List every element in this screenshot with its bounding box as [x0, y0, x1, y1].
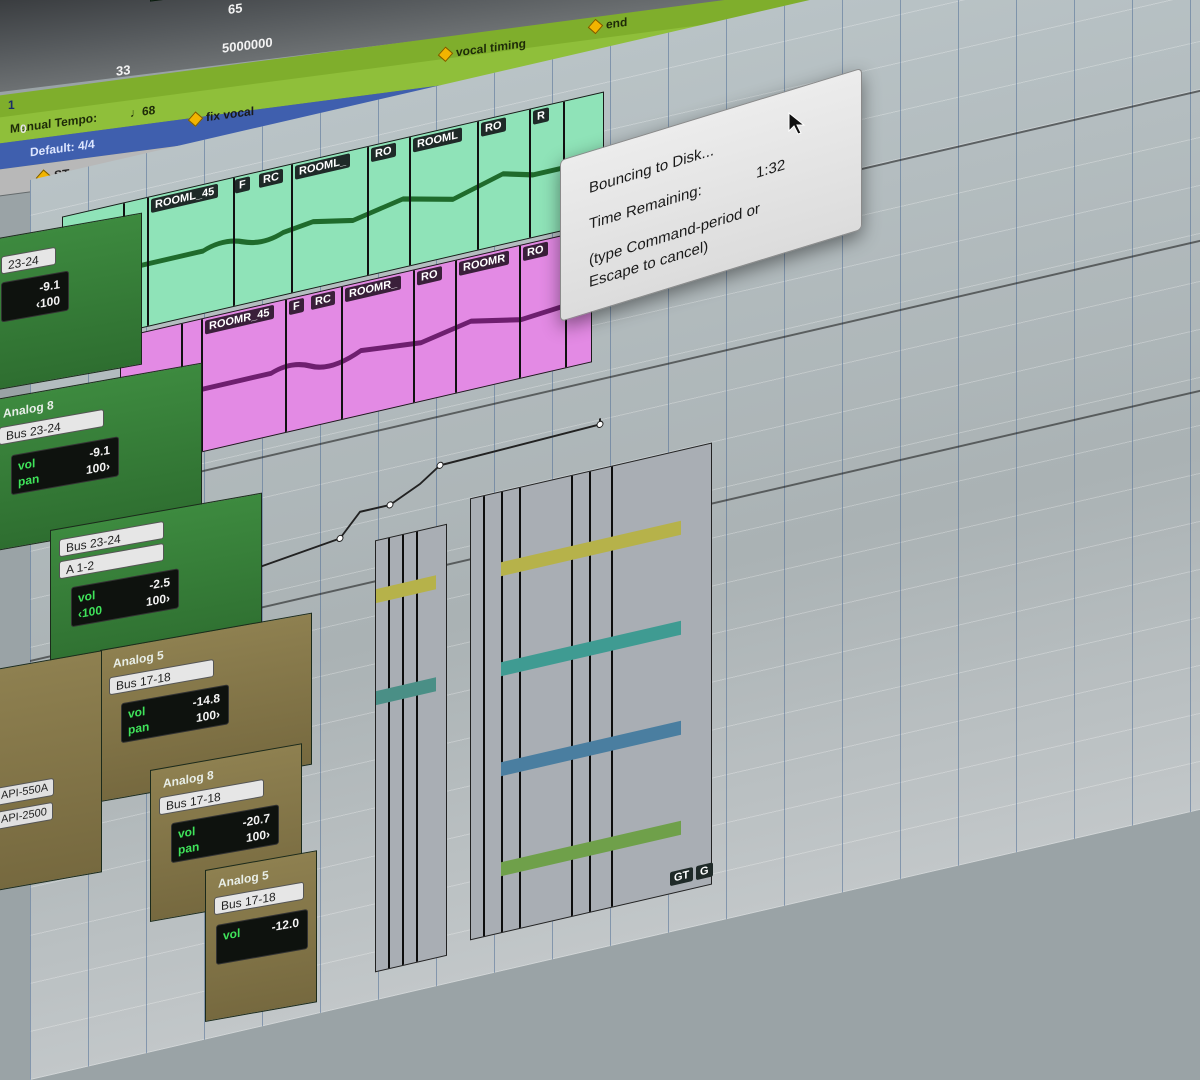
- time-remaining-value: 1:32: [756, 156, 786, 183]
- mixer-strip: 23-24 -9.1 ‹100: [0, 212, 142, 402]
- pan-label: pan: [128, 719, 150, 738]
- vol-label: vol: [18, 456, 36, 474]
- mixer-panel: 23-24 -9.1 ‹100 Analog 8 Bus 23-24 vol -…: [0, 212, 317, 1022]
- clip-label: F: [235, 176, 250, 194]
- marker-icon: [187, 111, 204, 128]
- vol-value: -12.0: [271, 915, 299, 935]
- pan-label: pan: [18, 471, 40, 490]
- insert-slot[interactable]: API-2500: [0, 801, 53, 831]
- vol-label: vol: [223, 925, 241, 943]
- meter-label: Default: 4/4: [30, 136, 95, 160]
- pan-value: 100›: [85, 458, 110, 478]
- strip-input-label: Analog 5: [218, 867, 269, 891]
- clip-label: ROOML_45: [151, 183, 219, 214]
- clip-edge: [388, 537, 390, 969]
- clip-label: RC: [259, 168, 283, 189]
- clip-label: ROOML: [413, 127, 462, 153]
- volume-pan-readout[interactable]: -9.1 ‹100: [1, 270, 69, 323]
- clip-label: RO: [481, 117, 506, 137]
- strip-input-label: Analog 8: [163, 767, 214, 791]
- clip-edge: [341, 286, 343, 420]
- track-number: 1: [8, 98, 15, 112]
- waveform: [376, 575, 436, 604]
- mixer-strip: Analog 5 Bus 17-18 vol -12.0: [205, 850, 317, 1022]
- counter-value: 65: [228, 0, 243, 18]
- clip-edge: [455, 260, 457, 393]
- clip-label: RO: [417, 265, 442, 286]
- vol-label: vol: [128, 704, 146, 722]
- audio-clip[interactable]: [470, 442, 712, 941]
- mouse-cursor-icon: [788, 112, 806, 135]
- tempo-value[interactable]: ♩68: [130, 103, 155, 120]
- pan-value: 100›: [195, 706, 220, 726]
- counter-value: 33: [116, 61, 131, 79]
- mixer-strip: API-550A API-2500: [0, 650, 102, 892]
- volume-pan-readout[interactable]: vol -12.0: [216, 908, 308, 966]
- vol-value: -9.1: [39, 277, 60, 295]
- waveform: [501, 720, 681, 777]
- volume-pan-readout[interactable]: vol -2.5 ‹100 100›: [71, 568, 179, 628]
- vol-value: -2.5: [149, 574, 170, 593]
- clip-label: RO: [371, 142, 396, 163]
- volume-pan-readout[interactable]: vol -14.8 pan 100›: [121, 684, 229, 744]
- clip-edge: [519, 245, 521, 379]
- track-number: 0: [20, 122, 27, 136]
- clip-label: ROOML_: [295, 153, 351, 180]
- clip-edge: [529, 109, 531, 238]
- waveform: [501, 520, 681, 577]
- vol-value: -9.1: [89, 442, 110, 461]
- pan-value: 100›: [245, 826, 270, 846]
- volume-pan-readout[interactable]: vol -20.7 pan 100›: [171, 804, 279, 864]
- waveform: [501, 820, 681, 877]
- clip-label: RO: [523, 241, 548, 262]
- output-selector[interactable]: 23-24: [1, 246, 56, 275]
- counter-value: 5000000: [222, 34, 273, 56]
- waveform: [501, 620, 681, 677]
- pan-label: pan: [178, 839, 200, 858]
- strip-input-label: Analog 5: [113, 647, 164, 671]
- clip-edge: [367, 146, 369, 276]
- pan-left-value: ‹100: [78, 602, 103, 622]
- clip-label: RC: [311, 290, 335, 311]
- marker-icon: [437, 46, 454, 63]
- clip-edge: [416, 531, 418, 962]
- clip-edge: [402, 534, 404, 966]
- clip-label: R: [533, 107, 549, 125]
- pan-value: 100›: [145, 590, 170, 610]
- waveform: [376, 677, 436, 706]
- vol-label: vol: [78, 588, 96, 606]
- vol-label: vol: [178, 824, 196, 842]
- volume-pan-readout[interactable]: vol -9.1 pan 100›: [11, 436, 119, 496]
- pan-value: ‹100: [35, 293, 60, 312]
- insert-slot[interactable]: API-550A: [0, 777, 55, 807]
- level-meter: [150, 0, 192, 2]
- clip-edge: [477, 121, 479, 250]
- clip-edge: [409, 137, 411, 266]
- strip-input-label: Analog 8: [3, 397, 54, 421]
- audio-clip[interactable]: [375, 523, 447, 973]
- clip-label: ROOMR: [459, 250, 510, 276]
- clip-edge: [483, 495, 485, 937]
- clip-edge: [413, 270, 415, 403]
- marker-icon: [587, 19, 604, 35]
